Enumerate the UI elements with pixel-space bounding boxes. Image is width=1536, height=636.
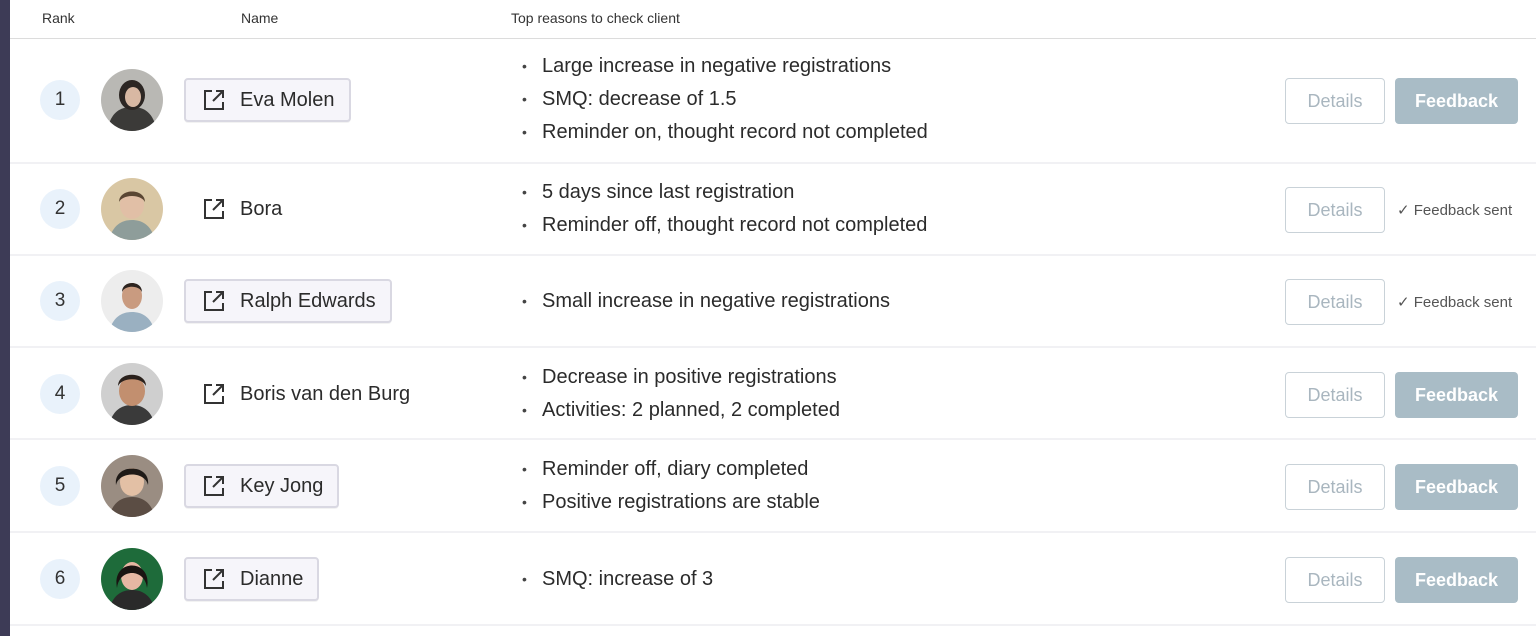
column-header-reasons: Top reasons to check client	[511, 10, 680, 26]
reasons-list: Small increase in negative registrations	[522, 285, 890, 318]
details-button[interactable]: Details	[1285, 372, 1385, 418]
table-row: 3 Ralph Edwards Small increase in negati…	[10, 256, 1536, 348]
feedback-sent-status: ✓ Feedback sent	[1397, 294, 1513, 311]
avatar	[101, 270, 163, 332]
details-button[interactable]: Details	[1285, 279, 1385, 325]
external-link-icon	[204, 569, 224, 589]
client-name-link[interactable]: Boris van den Burg	[184, 372, 426, 416]
client-name: Eva Molen	[240, 88, 335, 111]
avatar	[101, 455, 163, 517]
reason-item: 5 days since last registration	[522, 176, 927, 209]
reason-item: Small increase in negative registrations	[522, 285, 890, 318]
table-row: 1 Eva Molen Large increase in negative r…	[10, 38, 1536, 164]
feedback-button[interactable]: Feedback	[1395, 464, 1518, 510]
avatar	[101, 178, 163, 240]
reasons-list: Decrease in positive registrations Activ…	[522, 361, 840, 427]
rank-badge: 2	[40, 189, 80, 229]
table-row: 4 Boris van den Burg Decrease in positiv…	[10, 348, 1536, 440]
avatar	[101, 363, 163, 425]
table-row: 6 Dianne SMQ: increase of 3 Details Feed…	[10, 533, 1536, 626]
client-name-link[interactable]: Eva Molen	[184, 78, 351, 122]
reasons-list: Reminder off, diary completed Positive r…	[522, 453, 820, 519]
reason-item: SMQ: increase of 3	[522, 563, 713, 596]
client-ranking-panel: Rank Name Top reasons to check client 1 …	[10, 0, 1536, 636]
feedback-button[interactable]: Feedback	[1395, 78, 1518, 124]
reasons-list: 5 days since last registration Reminder …	[522, 176, 927, 242]
client-name-link[interactable]: Key Jong	[184, 464, 340, 508]
reason-item: Reminder off, diary completed	[522, 453, 820, 486]
client-name-link[interactable]: Dianne	[184, 557, 320, 601]
external-link-icon	[204, 384, 224, 404]
column-header-rank: Rank	[42, 10, 75, 26]
rank-badge: 5	[40, 466, 80, 506]
reason-item: Positive registrations are stable	[522, 486, 820, 519]
client-name: Dianne	[240, 567, 304, 590]
reasons-list: SMQ: increase of 3	[522, 563, 713, 596]
client-name-link[interactable]: Ralph Edwards	[184, 279, 392, 323]
avatar	[101, 548, 163, 610]
feedback-sent-status: ✓ Feedback sent	[1397, 202, 1513, 219]
client-name-link[interactable]: Bora	[184, 187, 298, 231]
reason-item: Reminder on, thought record not complete…	[522, 116, 928, 149]
feedback-button[interactable]: Feedback	[1395, 372, 1518, 418]
reason-item: Reminder off, thought record not complet…	[522, 209, 927, 242]
feedback-button[interactable]: Feedback	[1395, 557, 1518, 603]
client-name: Bora	[240, 197, 283, 220]
details-button[interactable]: Details	[1285, 187, 1385, 233]
rank-badge: 1	[40, 80, 80, 120]
table-row: 5 Key Jong Reminder off, diary completed…	[10, 440, 1536, 533]
details-button[interactable]: Details	[1285, 464, 1385, 510]
client-name: Boris van den Burg	[240, 382, 411, 405]
table-header: Rank Name Top reasons to check client	[10, 0, 1536, 39]
external-link-icon	[204, 199, 224, 219]
table-row: 2 Bora 5 days since last registration Re…	[10, 164, 1536, 256]
rank-badge: 3	[40, 281, 80, 321]
external-link-icon	[204, 90, 224, 110]
external-link-icon	[204, 291, 224, 311]
details-button[interactable]: Details	[1285, 78, 1385, 124]
rank-badge: 6	[40, 559, 80, 599]
client-name: Key Jong	[240, 474, 324, 497]
external-link-icon	[204, 476, 224, 496]
details-button[interactable]: Details	[1285, 557, 1385, 603]
reason-item: SMQ: decrease of 1.5	[522, 83, 928, 116]
reason-item: Large increase in negative registrations	[522, 50, 928, 83]
reasons-list: Large increase in negative registrations…	[522, 50, 928, 149]
avatar	[101, 69, 163, 131]
reason-item: Decrease in positive registrations	[522, 361, 840, 394]
column-header-name: Name	[241, 10, 279, 26]
rank-badge: 4	[40, 374, 80, 414]
client-name: Ralph Edwards	[240, 289, 376, 312]
reason-item: Activities: 2 planned, 2 completed	[522, 394, 840, 427]
